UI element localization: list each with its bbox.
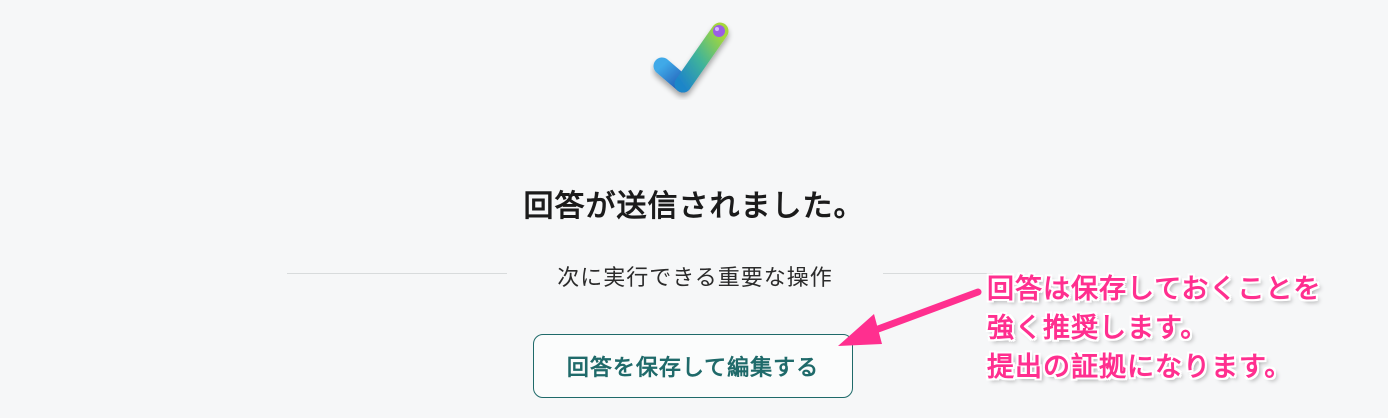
divider-right [883, 273, 993, 274]
annotation-line-3: 提出の証拠になります。 [987, 352, 1293, 383]
next-actions-label: 次に実行できる重要な操作 [557, 266, 833, 291]
pink-arrow-icon [838, 288, 982, 346]
annotation-callout: 回答は保存しておくことを 強く推奨します。 提出の証拠になります。 [987, 270, 1382, 387]
save-and-edit-button[interactable]: 回答を保存して編集する [533, 334, 853, 398]
annotation-line-1: 回答は保存しておくことを [987, 274, 1322, 305]
check-logo-icon [653, 22, 729, 93]
divider-left [287, 273, 507, 274]
annotation-line-2: 強く推奨します。 [987, 313, 1209, 344]
confirmation-title: 回答が送信されました。 [523, 189, 865, 224]
